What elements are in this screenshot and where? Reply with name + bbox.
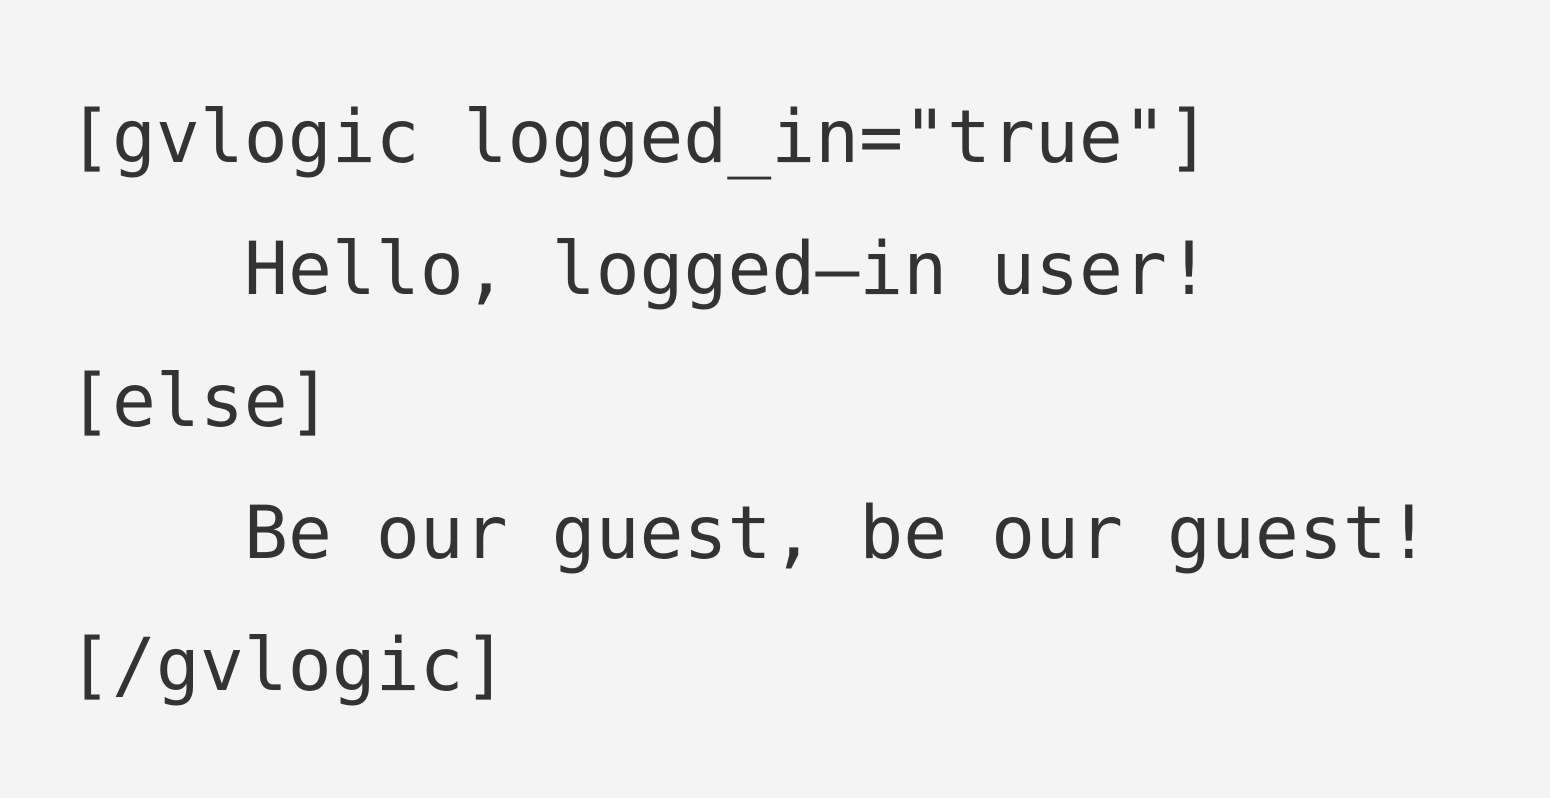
code-block: [gvlogic logged_in="true"] Hello, logged… [0,0,1550,798]
code-line-guest-message: Be our guest, be our guest! [244,491,1431,576]
code-line-gvlogic-open: [gvlogic logged_in="true"] [68,95,1211,180]
code-line-logged-in-message: Hello, logged–in user! [244,227,1211,312]
code-line-gvlogic-close: [/gvlogic] [68,623,508,708]
code-line-else: [else] [68,359,332,444]
